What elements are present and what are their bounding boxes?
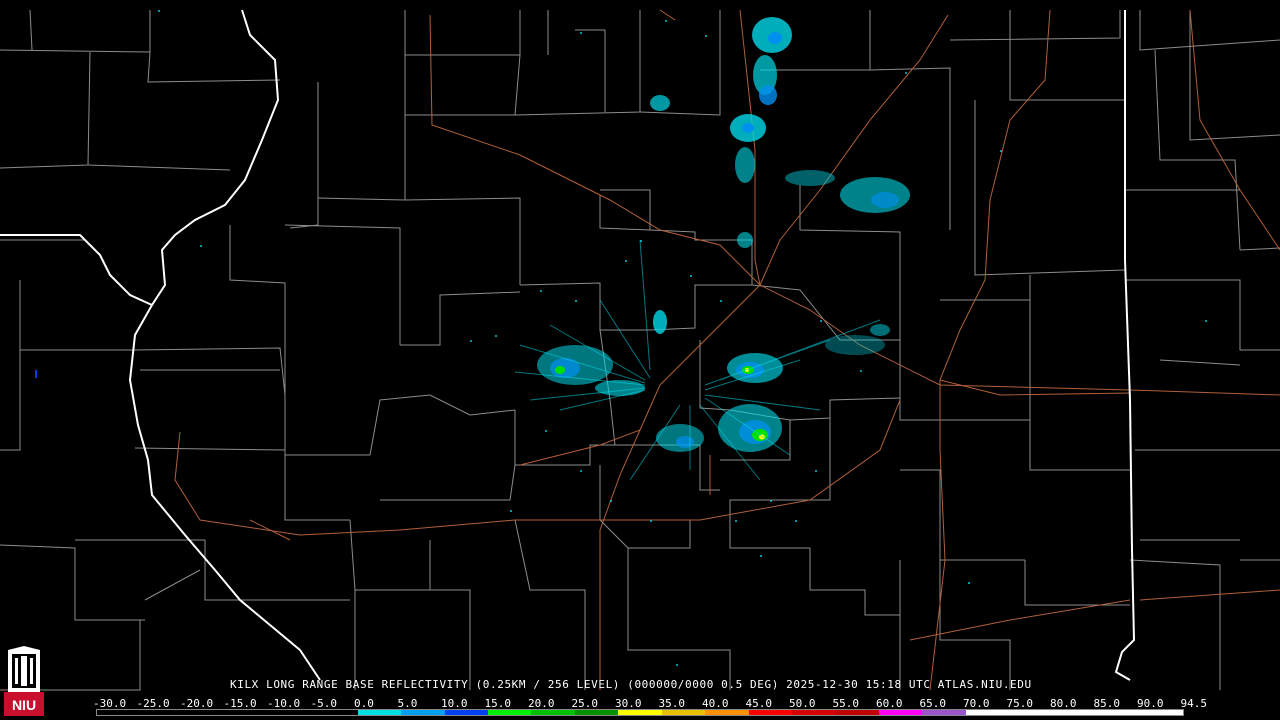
color-bar-segment	[97, 710, 141, 715]
color-bar-segment	[705, 710, 749, 715]
color-bar-segment	[965, 710, 1010, 715]
color-bar-segment	[835, 710, 879, 715]
color-bar-segment	[792, 710, 836, 715]
product-title: KILX LONG RANGE BASE REFLECTIVITY (0.25K…	[230, 678, 1032, 691]
color-bar-segment	[618, 710, 662, 715]
color-bar-segment	[140, 710, 184, 715]
color-bar-segment	[531, 710, 575, 715]
color-bar-segment	[878, 710, 923, 715]
color-bar-segment	[1052, 710, 1097, 715]
color-bar-segment	[270, 710, 315, 715]
color-bar-segment	[1009, 710, 1053, 715]
color-bar-segment	[1139, 710, 1183, 715]
svg-text:NIU: NIU	[12, 697, 36, 713]
color-bar-segment	[357, 710, 402, 715]
color-bar-segment	[574, 710, 619, 715]
color-bar-segment	[487, 710, 532, 715]
reflectivity-scale-labels: -30.0 -25.0 -20.0 -15.0 -10.0 -5.0 0.0 5.0 10.0 1…	[93, 697, 1207, 710]
radar-echo-isolated	[35, 370, 37, 378]
color-bar-segment	[227, 710, 271, 715]
color-bar-segment	[444, 710, 488, 715]
reflectivity-color-bar	[96, 709, 1184, 716]
radar-map[interactable]	[0, 0, 1280, 720]
color-bar-segment	[183, 710, 228, 715]
scale-label: 94.5	[1180, 697, 1208, 710]
color-bar-segment	[401, 710, 445, 715]
color-bar-segment	[661, 710, 706, 715]
color-bar-segment	[748, 710, 792, 715]
niu-logo-icon: NIU	[4, 646, 44, 716]
color-bar-segment	[1096, 710, 1140, 715]
color-bar-segment	[314, 710, 358, 715]
color-bar-segment	[922, 710, 966, 715]
